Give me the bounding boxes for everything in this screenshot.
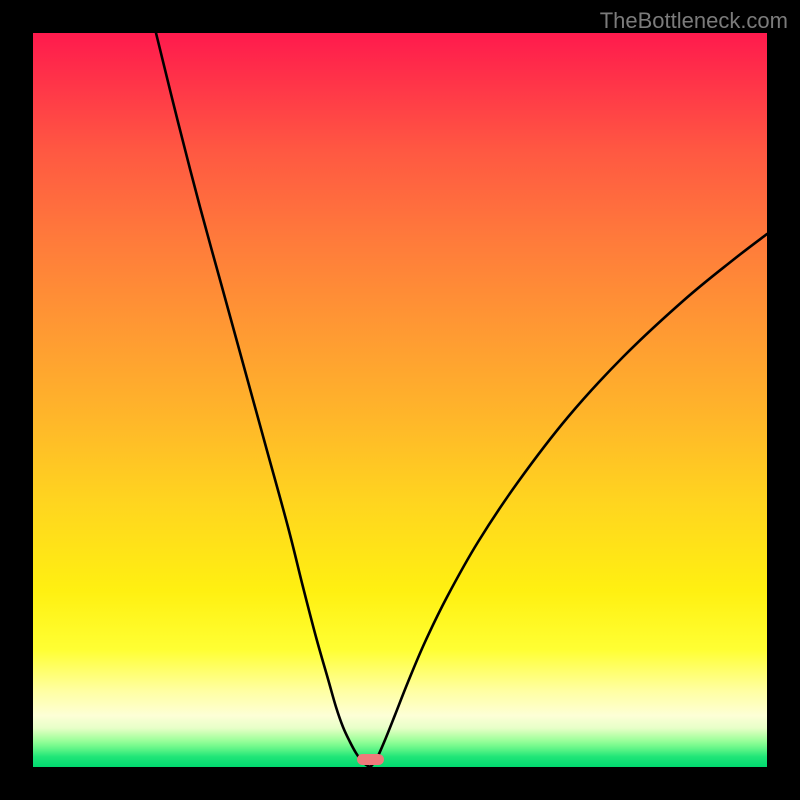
curve-left-branch	[156, 33, 370, 767]
watermark-text: TheBottleneck.com	[600, 8, 788, 34]
plot-area	[33, 33, 767, 767]
bottleneck-marker	[357, 754, 384, 765]
curve-svg	[33, 33, 767, 767]
chart-container: TheBottleneck.com	[0, 0, 800, 800]
curve-right-branch	[370, 234, 767, 767]
